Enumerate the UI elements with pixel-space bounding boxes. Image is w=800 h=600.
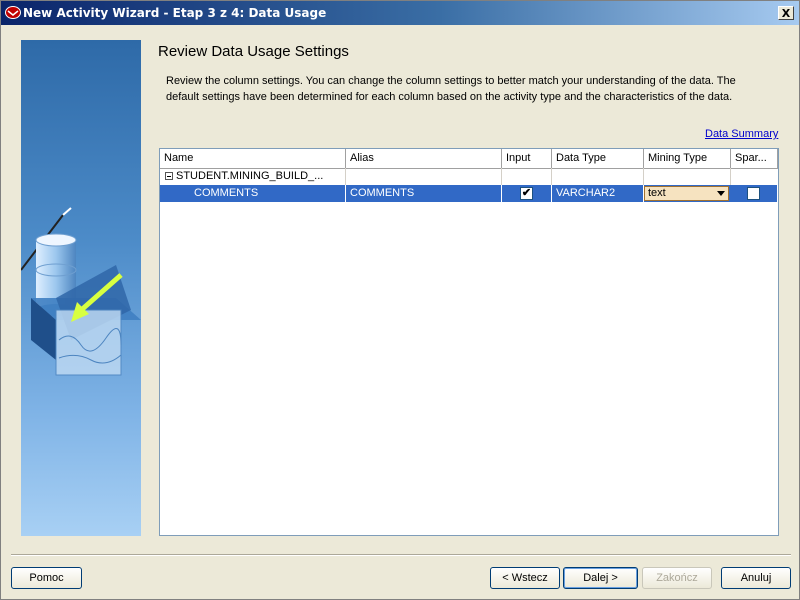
parent-row-mining-type xyxy=(644,168,731,185)
parent-row-name: STUDENT.MINING_BUILD_... xyxy=(174,168,346,185)
wizard-window: New Activity Wizard - Etap 3 z 4: Data U… xyxy=(0,0,800,600)
column-header-alias[interactable]: Alias xyxy=(346,149,502,168)
chevron-down-icon[interactable] xyxy=(717,191,725,196)
window-title: New Activity Wizard - Etap 3 z 4: Data U… xyxy=(23,6,327,20)
cancel-button[interactable]: Anuluj xyxy=(721,567,791,589)
row-name: COMMENTS xyxy=(194,185,346,202)
title-bar[interactable]: New Activity Wizard - Etap 3 z 4: Data U… xyxy=(1,1,799,25)
data-summary-link[interactable]: Data Summary xyxy=(705,128,778,140)
parent-row-alias xyxy=(346,168,502,185)
mining-type-value: text xyxy=(648,187,666,199)
table-parent-row[interactable]: STUDENT.MINING_BUILD_... xyxy=(160,168,778,186)
close-button[interactable]: X xyxy=(778,6,794,20)
footer-divider xyxy=(11,554,791,556)
column-header-data-type[interactable]: Data Type xyxy=(552,149,644,168)
table-header: Name Alias Input Data Type Mining Type S… xyxy=(160,149,778,169)
page-description: Review the column settings. You can chan… xyxy=(166,75,736,103)
input-checkbox[interactable]: ✔ xyxy=(520,187,533,200)
collapse-toggle-icon[interactable] xyxy=(165,172,173,180)
row-data-type: VARCHAR2 xyxy=(552,185,644,202)
wizard-side-banner xyxy=(21,40,141,536)
parent-row-input xyxy=(502,168,552,185)
row-sparse-cell xyxy=(731,185,778,202)
app-logo-icon xyxy=(5,6,21,19)
column-settings-table[interactable]: Name Alias Input Data Type Mining Type S… xyxy=(159,148,779,536)
page-heading: Review Data Usage Settings xyxy=(158,43,349,60)
sparse-checkbox[interactable] xyxy=(747,187,760,200)
mining-type-dropdown[interactable]: text xyxy=(644,186,729,201)
next-button[interactable]: Dalej > xyxy=(563,567,638,589)
parent-row-data-type xyxy=(552,168,644,185)
help-button[interactable]: Pomoc xyxy=(11,567,82,589)
back-button[interactable]: < Wstecz xyxy=(490,567,560,589)
column-header-mining-type[interactable]: Mining Type xyxy=(644,149,731,168)
row-input-cell: ✔ xyxy=(502,185,552,202)
column-header-name[interactable]: Name xyxy=(160,149,346,168)
database-mining-illustration xyxy=(21,207,141,376)
column-header-sparse[interactable]: Spar... xyxy=(731,149,778,168)
row-alias[interactable]: COMMENTS xyxy=(346,185,502,202)
finish-button: Zakończ xyxy=(642,567,712,589)
column-header-input[interactable]: Input xyxy=(502,149,552,168)
